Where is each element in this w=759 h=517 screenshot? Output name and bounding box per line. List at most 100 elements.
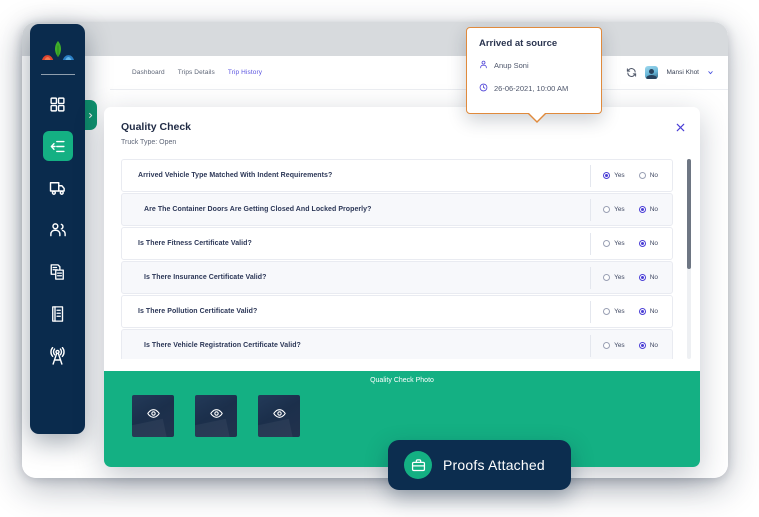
- sidebar: [30, 24, 85, 434]
- sidebar-item-tracking[interactable]: [43, 341, 73, 371]
- sidebar-divider: [40, 74, 75, 75]
- radio-no-icon[interactable]: [638, 342, 646, 349]
- sidebar-item-reports[interactable]: [43, 299, 73, 329]
- radio-option-no[interactable]: No: [638, 240, 658, 247]
- breadcrumb: Dashboard Trips Details Trip History: [132, 69, 262, 76]
- chevron-down-icon[interactable]: [707, 69, 714, 76]
- app-header: Dashboard Trips Details Trip History Man…: [110, 56, 728, 90]
- radio-yes-icon[interactable]: [603, 308, 611, 315]
- radio-label-no: No: [649, 308, 658, 315]
- radio-no-icon[interactable]: [638, 308, 646, 315]
- photo-thumbnail[interactable]: [132, 395, 174, 437]
- radio-yes-icon[interactable]: [603, 274, 611, 281]
- breadcrumb-item-trips-details[interactable]: Trips Details: [178, 69, 215, 76]
- question-text: Is There Fitness Certificate Valid?: [138, 240, 252, 247]
- radio-no-icon[interactable]: [638, 274, 646, 281]
- question-text: Is There Vehicle Registration Certificat…: [144, 342, 301, 349]
- radio-option-yes[interactable]: Yes: [603, 172, 625, 179]
- quality-check-list[interactable]: Arrived Vehicle Type Matched With Indent…: [121, 159, 683, 359]
- user-name: Mansi Khot: [666, 69, 699, 76]
- photo-thumbnail-list: [132, 395, 300, 437]
- photo-section-title: Quality Check Photo: [370, 377, 434, 384]
- table-row[interactable]: Is There Insurance Certificate Valid? Yes…: [121, 261, 673, 294]
- answer-options: Yes No: [590, 198, 658, 221]
- radio-label-yes: Yes: [614, 342, 625, 349]
- answer-options: Yes No: [590, 266, 658, 289]
- proofs-attached-badge[interactable]: Proofs Attached: [388, 440, 571, 490]
- question-text: Is There Pollution Certificate Valid?: [138, 308, 258, 315]
- photo-thumbnail[interactable]: [258, 395, 300, 437]
- radio-option-no[interactable]: No: [638, 172, 658, 179]
- tooltip-title: Arrived at source: [479, 38, 558, 49]
- radio-label-no: No: [649, 206, 658, 213]
- scrollbar-thumb[interactable]: [687, 159, 691, 269]
- radio-no-icon[interactable]: [638, 206, 646, 213]
- header-actions: Mansi Khot: [626, 66, 714, 79]
- tooltip-datetime: 26-06-2021, 10:00 AM: [494, 83, 569, 93]
- answer-options: Yes No: [590, 334, 658, 357]
- question-text: Arrived Vehicle Type Matched With Indent…: [138, 172, 333, 179]
- sidebar-item-users[interactable]: [43, 215, 73, 245]
- radio-yes-icon[interactable]: [603, 172, 611, 179]
- question-text: Is There Insurance Certificate Valid?: [144, 274, 267, 281]
- radio-yes-icon[interactable]: [603, 240, 611, 247]
- breadcrumb-item-trip-history[interactable]: Trip History: [228, 69, 262, 76]
- table-row[interactable]: Is There Vehicle Registration Certificat…: [121, 329, 673, 359]
- sidebar-item-dashboard[interactable]: [43, 89, 73, 119]
- eye-icon[interactable]: [272, 407, 286, 425]
- page-title: Quality Check: [121, 121, 192, 133]
- radio-no-icon[interactable]: [638, 240, 646, 247]
- refresh-icon[interactable]: [626, 67, 637, 78]
- sidebar-item-vehicles[interactable]: [43, 173, 73, 203]
- arrived-at-source-tooltip: Arrived at source Anup Soni 26-06-2021, …: [466, 27, 602, 123]
- radio-label-no: No: [649, 342, 658, 349]
- radio-no-icon[interactable]: [638, 172, 646, 179]
- eye-icon[interactable]: [146, 407, 160, 425]
- breadcrumb-item-dashboard[interactable]: Dashboard: [132, 69, 165, 76]
- radio-label-yes: Yes: [614, 308, 625, 315]
- answer-options: Yes No: [590, 232, 658, 255]
- tooltip-person-row: Anup Soni: [479, 56, 589, 74]
- collapse-sidebar-toggle[interactable]: [83, 100, 97, 130]
- radio-option-yes[interactable]: Yes: [603, 308, 625, 315]
- radio-label-yes: Yes: [614, 274, 625, 281]
- quality-check-list-inner: Arrived Vehicle Type Matched With Indent…: [121, 159, 673, 359]
- radio-option-no[interactable]: No: [638, 274, 658, 281]
- scrollbar[interactable]: [687, 159, 691, 359]
- table-row[interactable]: Is There Pollution Certificate Valid? Yes…: [121, 295, 673, 328]
- table-row[interactable]: Arrived Vehicle Type Matched With Indent…: [121, 159, 673, 192]
- table-row[interactable]: Is There Fitness Certificate Valid? Yes No: [121, 227, 673, 260]
- quality-check-modal: Quality Check Truck Type: Open Arrived V…: [104, 107, 700, 467]
- tooltip-datetime-row: 26-06-2021, 10:00 AM: [479, 79, 589, 97]
- clock-icon: [479, 79, 488, 97]
- radio-option-yes[interactable]: Yes: [603, 342, 625, 349]
- briefcase-icon: [404, 451, 432, 479]
- radio-option-no[interactable]: No: [638, 342, 658, 349]
- radio-yes-icon[interactable]: [603, 342, 611, 349]
- truck-type-label: Truck Type: Open: [121, 139, 177, 146]
- answer-options: Yes No: [590, 300, 658, 323]
- radio-option-yes[interactable]: Yes: [603, 206, 625, 213]
- avatar[interactable]: [645, 66, 659, 79]
- radio-option-no[interactable]: No: [638, 206, 658, 213]
- close-icon[interactable]: [673, 120, 687, 134]
- radio-yes-icon[interactable]: [603, 206, 611, 213]
- radio-option-yes[interactable]: Yes: [603, 274, 625, 281]
- question-text: Are The Container Doors Are Getting Clos…: [144, 206, 372, 213]
- sidebar-item-documents[interactable]: [43, 257, 73, 287]
- radio-option-yes[interactable]: Yes: [603, 240, 625, 247]
- sidebar-item-trips[interactable]: [42, 131, 73, 161]
- radio-option-no[interactable]: No: [638, 308, 658, 315]
- table-row[interactable]: Are The Container Doors Are Getting Clos…: [121, 193, 673, 226]
- screenshot-scene: Dashboard Trips Details Trip History Man…: [0, 0, 759, 517]
- app-logo: [39, 40, 77, 66]
- radio-label-yes: Yes: [614, 240, 625, 247]
- tooltip-person-name: Anup Soni: [494, 60, 529, 70]
- photo-thumbnail[interactable]: [195, 395, 237, 437]
- person-icon: [479, 56, 488, 74]
- radio-label-yes: Yes: [614, 206, 625, 213]
- answer-options: Yes No: [590, 164, 658, 187]
- eye-icon[interactable]: [209, 407, 223, 425]
- radio-label-no: No: [649, 274, 658, 281]
- radio-label-no: No: [649, 172, 658, 179]
